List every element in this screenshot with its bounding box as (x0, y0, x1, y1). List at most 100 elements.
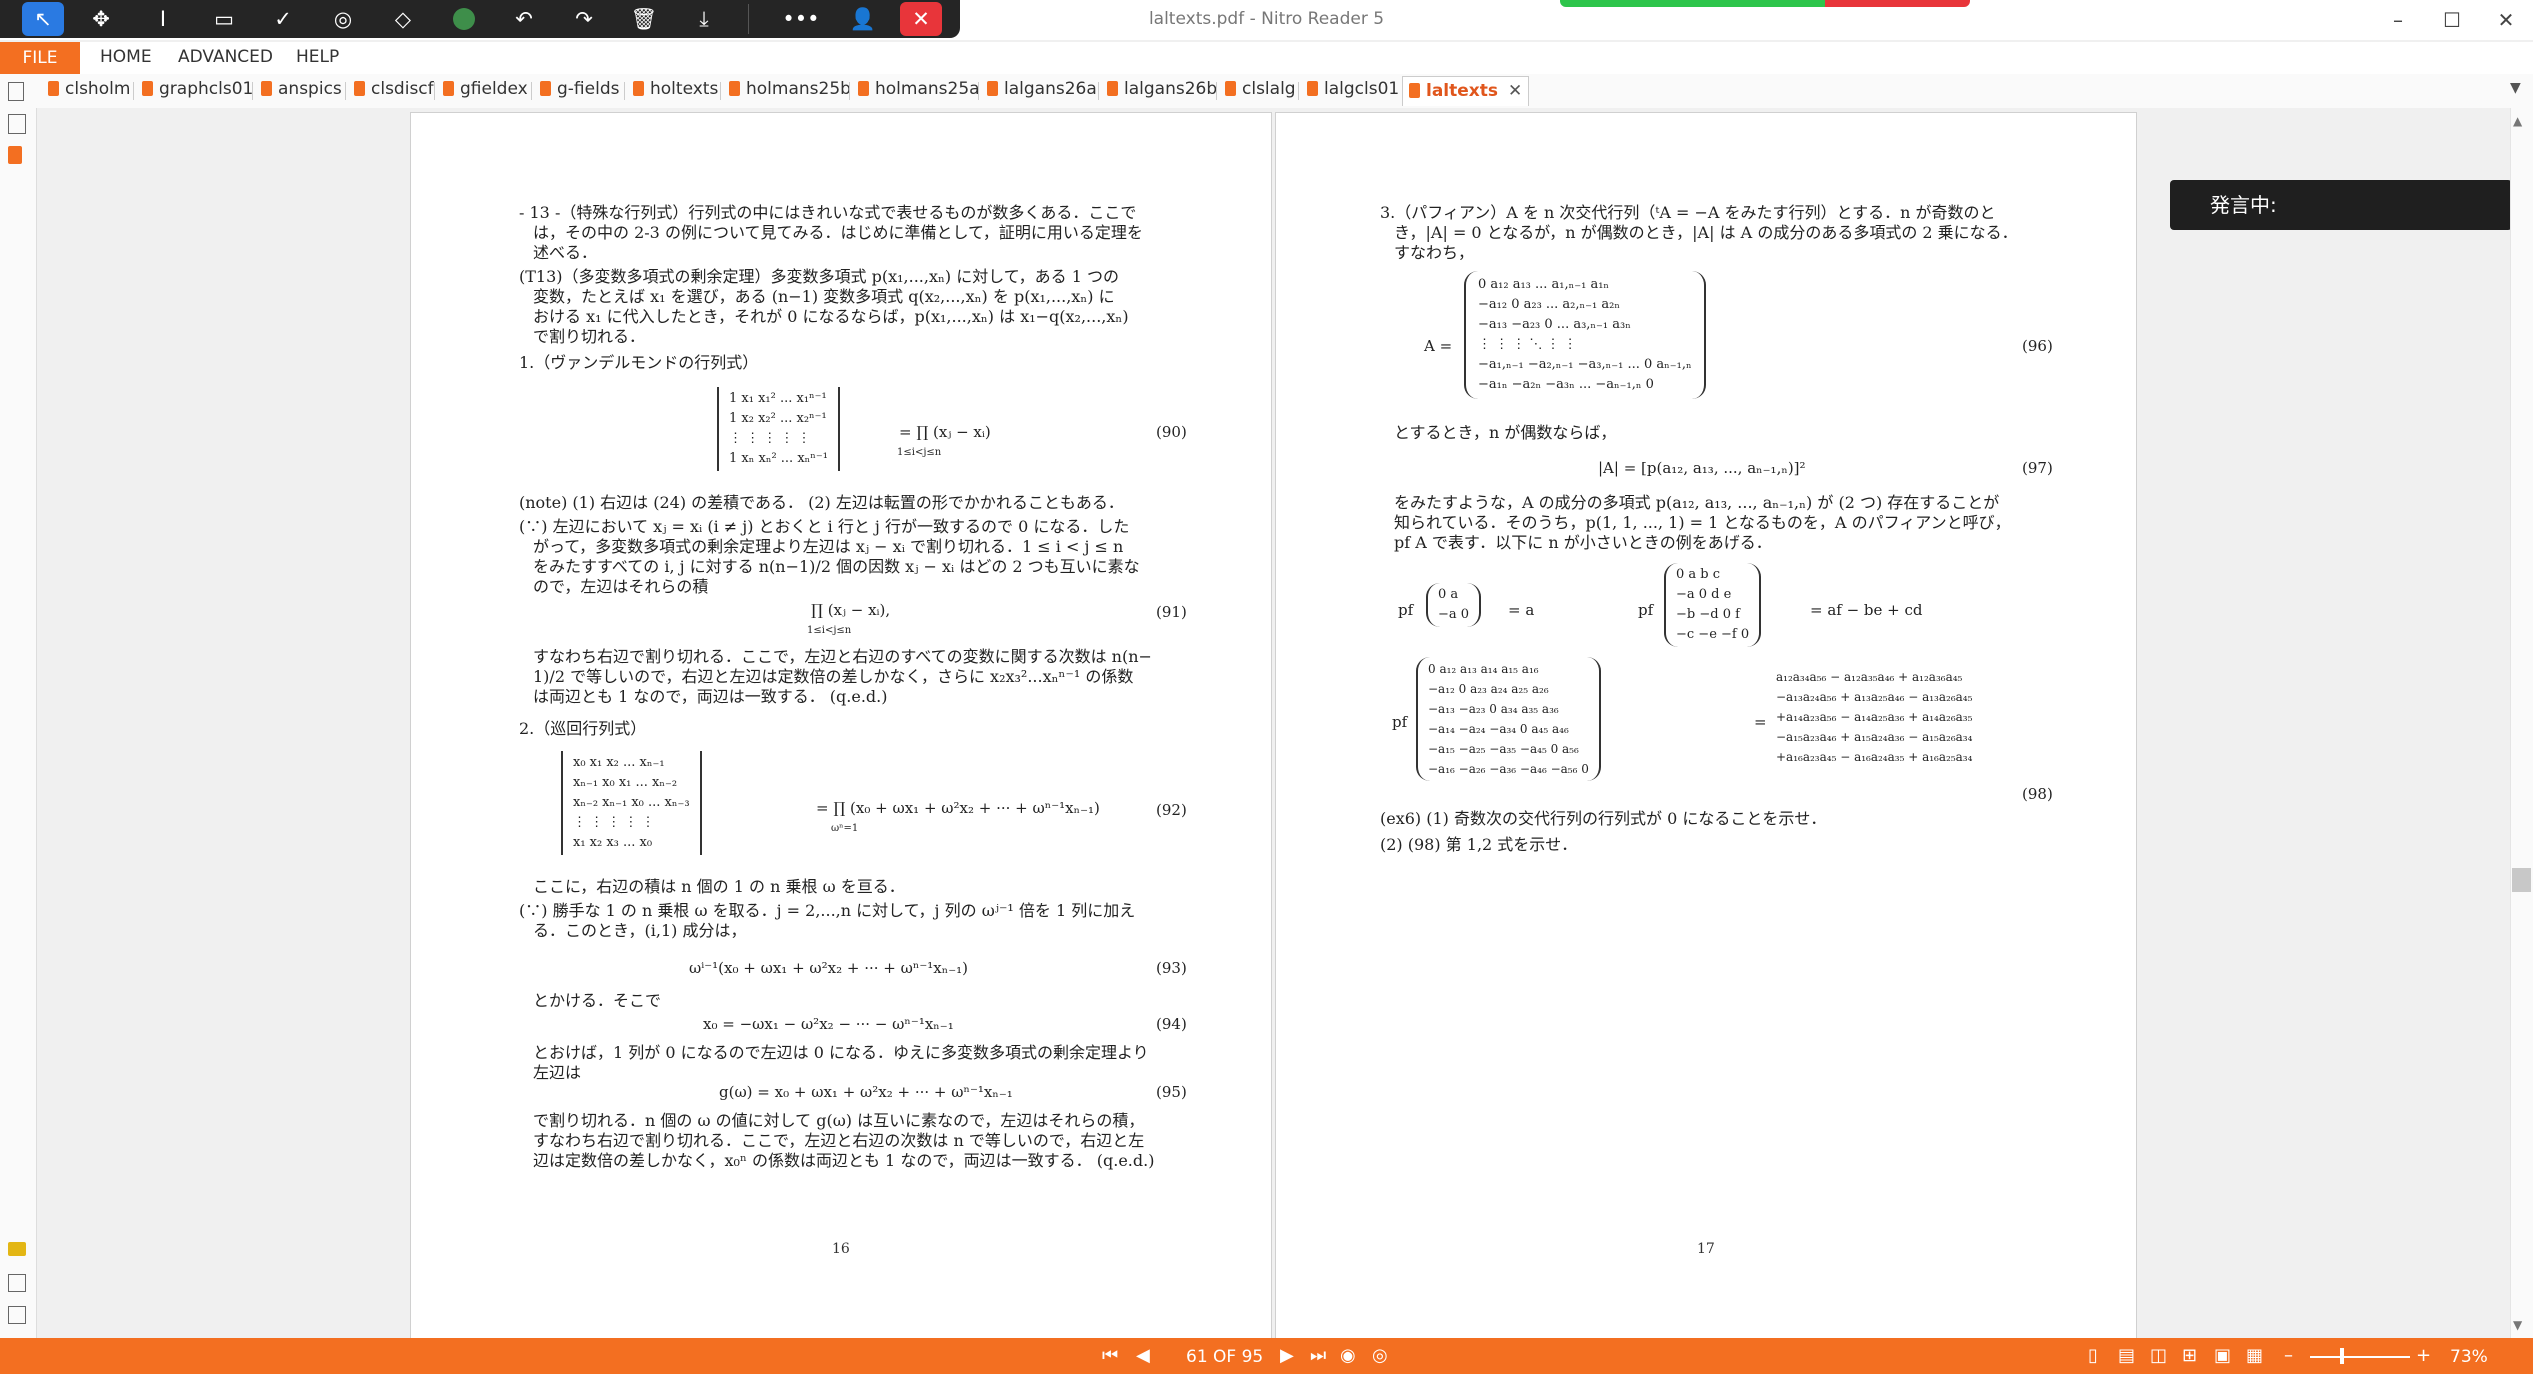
scrollbar-thumb[interactable] (2512, 868, 2531, 892)
continuous-page-icon[interactable]: ▤ (2118, 1345, 2135, 1366)
last-page-icon[interactable]: ⏭ (1310, 1345, 1326, 1366)
minimize-button[interactable]: – (2378, 4, 2418, 36)
pdf-icon (443, 81, 454, 96)
menu-file[interactable]: FILE (0, 42, 80, 74)
tab-anspics[interactable]: anspics (261, 79, 342, 103)
pfaffian-4x4-matrix: 0 a b c −a 0 d e −b −d 0 f −c −e −f 0 (1664, 563, 1762, 647)
scroll-down-icon[interactable]: ▼ (2513, 1318, 2522, 1332)
zoom-slider[interactable] (2310, 1356, 2410, 1358)
pages-icon[interactable] (8, 146, 22, 164)
section-heading: 3.（パフィアン）A を n 次交代行列（ᵗA = −A をみたす行列）とする．… (1380, 203, 1996, 222)
single-page-icon[interactable]: ▯ (2088, 1345, 2098, 1366)
zoom-out-button[interactable]: – (2284, 1345, 2293, 1366)
paragraph: すなわち， (1394, 243, 1475, 262)
theorem-t13: おける x₁ に代入したとき，それが 0 になるならば，p(x₁,...,xₙ)… (533, 307, 1129, 326)
redo-icon[interactable]: ↷ (563, 2, 605, 36)
menu-help[interactable]: HELP (296, 47, 339, 67)
circulant-product: = ∏ (x₀ + ωx₁ + ω²x₂ + ··· + ωⁿ⁻¹xₙ₋₁) (816, 799, 1100, 817)
stamp-icon[interactable]: ◎ (322, 2, 364, 36)
paragraph: 知られている．そのうち，p(1, 1, ..., 1) = 1 となるものを，A… (1394, 513, 2011, 532)
pfaffian-label: pf (1392, 713, 1408, 731)
fit-width-icon[interactable]: ▣ (2214, 1345, 2231, 1366)
menu-advanced[interactable]: ADVANCED (178, 47, 273, 67)
proof-paragraph: すなわち右辺で割り切れる．ここで，左辺と右辺のすべての変数に関する次数は n(n… (533, 647, 1152, 666)
equation-number: (97) (2022, 459, 2053, 477)
color-icon[interactable] (443, 2, 485, 36)
pdf-icon (1225, 81, 1236, 96)
facing-pages-icon[interactable]: ◫ (2150, 1345, 2167, 1366)
tab-holmans25b[interactable]: holmans25b (729, 79, 851, 103)
zoom-level[interactable]: 73% (2450, 1347, 2488, 1367)
toolbar-separator (748, 4, 749, 34)
signatures-icon[interactable] (8, 1274, 26, 1292)
pdf-icon (1107, 81, 1118, 96)
fit-page-icon[interactable]: ▦ (2246, 1345, 2263, 1366)
tab-close-icon[interactable]: ✕ (1508, 81, 1522, 101)
output-icon[interactable] (8, 1306, 26, 1324)
tab-list-icon[interactable] (8, 82, 24, 101)
pdf-icon (142, 81, 153, 96)
close-icon[interactable]: ✕ (900, 2, 942, 36)
vertical-scrollbar[interactable] (2510, 108, 2533, 1338)
tab-clslalg[interactable]: clslalg (1225, 79, 1296, 103)
tab-holtexts[interactable]: holtexts (633, 79, 718, 103)
proof-paragraph: をみたすすべての i, j に対する n(n−1)/2 個の因数 xⱼ − xᵢ… (533, 557, 1140, 576)
pfaffian-4x4-result: = af − be + cd (1810, 601, 1923, 619)
select-icon[interactable]: ↖ (22, 2, 64, 36)
pfaffian-6x6-equals: = (1754, 713, 1767, 731)
zoom-in-button[interactable]: + (2416, 1345, 2431, 1366)
equation-number: (92) (1156, 801, 1187, 819)
pfaffian-6x6-result: a₁₂a₃₄a₅₆ − a₁₂a₃₅a₄₆ + a₁₂a₃₆a₄₅ −a₁₃a₂… (1776, 670, 1973, 764)
tab-lalgans26b[interactable]: lalgans26b (1107, 79, 1217, 103)
zoom-slider-handle[interactable] (2340, 1348, 2344, 1364)
window-close-button[interactable]: ✕ (2486, 4, 2526, 36)
delete-icon[interactable]: 🗑 (623, 2, 665, 36)
text-select-icon[interactable]: I (142, 2, 184, 36)
next-page-icon[interactable]: ▶ (1280, 1345, 1294, 1366)
paragraph: とかける．そこで (533, 991, 662, 1010)
equation-number: (93) (1156, 959, 1187, 977)
page-indicator[interactable]: 61 OF 95 (1186, 1347, 1263, 1367)
previous-page-icon[interactable]: ◀ (1136, 1345, 1150, 1366)
crop-icon[interactable]: ▭ (203, 2, 245, 36)
pdf-page-16: - 13 -（特殊な行列式）行列式の中にはきれいな式で表せるものが数多くある．こ… (410, 112, 1272, 1340)
tab-lalgcls01[interactable]: lalgcls01 (1307, 79, 1399, 103)
tab-overflow-icon[interactable]: ▼ (2510, 80, 2521, 96)
previous-view-icon[interactable]: ◉ (1340, 1345, 1356, 1366)
download-icon[interactable]: ⤓ (683, 2, 725, 36)
equation-number: (90) (1156, 423, 1187, 441)
undo-icon[interactable]: ↶ (503, 2, 545, 36)
pfaffian-6x6-matrix: 0 a₁₂ a₁₃ a₁₄ a₁₅ a₁₆ −a₁₂ 0 a₂₃ a₂₄ a₂₅… (1416, 657, 1601, 781)
first-page-icon[interactable]: ⏮ (1102, 1345, 1118, 1366)
user-icon[interactable]: 👤 (842, 2, 884, 36)
tab-g-fields[interactable]: g-fields (540, 79, 619, 103)
paragraph: - 13 -（特殊な行列式）行列式の中にはきれいな式で表せるものが数多くある．こ… (519, 203, 1137, 222)
tab-clsdiscf[interactable]: clsdiscf (354, 79, 434, 103)
pfaffian-label: pf (1638, 601, 1654, 619)
comments-icon[interactable] (8, 1242, 26, 1256)
pdf-page-17: 3.（パフィアン）A を n 次交代行列（ᵗA = −A をみたす行列）とする．… (1275, 112, 2137, 1340)
tab-holmans25a[interactable]: holmans25a (858, 79, 980, 103)
tab-clsholm[interactable]: clsholm (48, 79, 130, 103)
section-heading: 1.（ヴァンデルモンドの行列式） (519, 353, 759, 372)
next-view-icon[interactable]: ◎ (1372, 1345, 1388, 1366)
attachments-icon[interactable] (8, 114, 26, 134)
more-icon[interactable]: ••• (780, 2, 822, 36)
scroll-up-icon[interactable]: ▲ (2513, 114, 2522, 128)
menu-home[interactable]: HOME (100, 47, 152, 67)
document-view[interactable]: - 13 -（特殊な行列式）行列式の中にはきれいな式で表せるものが数多くある．こ… (37, 108, 2510, 1340)
tab-laltexts[interactable]: laltexts ✕ (1402, 76, 1530, 106)
pan-icon[interactable]: ✥ (80, 2, 122, 36)
maximize-button[interactable]: ☐ (2432, 4, 2472, 36)
check-icon[interactable]: ✓ (262, 2, 304, 36)
paragraph: は，その中の 2-3 の例について見てみる．はじめに準備として，証明に用いる定理… (533, 223, 1143, 242)
equation-number: (94) (1156, 1015, 1187, 1033)
tab-gfieldex[interactable]: gfieldex (443, 79, 528, 103)
tab-lalgans26a[interactable]: lalgans26a (987, 79, 1097, 103)
proof-paragraph: 1)/2 で等しいので，右辺と左辺は定数倍の差しかなく，さらに x₂x₃²...… (533, 667, 1134, 686)
theorem-t13: (T13)（多変数多項式の剰余定理）多変数多項式 p(x₁,...,xₙ) に対… (519, 267, 1119, 286)
tab-graphcls01[interactable]: graphcls01 (142, 79, 253, 103)
eraser-icon[interactable]: ◇ (382, 2, 424, 36)
matrix-label: A = (1424, 337, 1453, 355)
facing-continuous-icon[interactable]: ⊞ (2182, 1345, 2197, 1366)
